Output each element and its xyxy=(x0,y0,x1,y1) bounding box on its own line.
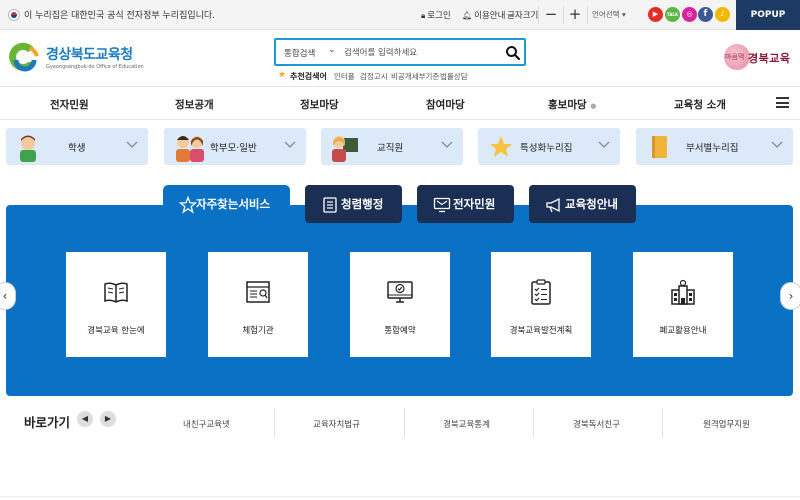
shortcut-link[interactable]: 교육자치법규 xyxy=(313,418,360,430)
shortcut-link[interactable]: 경북교육통계 xyxy=(443,418,490,430)
star-outline-icon xyxy=(179,196,197,214)
search-box: 통합검색 ⌄ xyxy=(274,38,526,66)
quick-tab-special-sites[interactable]: 특성화누리집 xyxy=(478,128,620,165)
divider xyxy=(538,6,539,24)
shortcut-link[interactable]: 원격업무지원 xyxy=(703,418,750,430)
popup-button[interactable]: POPUP xyxy=(736,0,800,30)
language-select[interactable]: 언어선택 ▾ xyxy=(592,9,626,20)
chevron-down-icon[interactable]: ⌄ xyxy=(328,45,336,55)
zoom-in-button[interactable]: + xyxy=(564,3,586,27)
site-logo[interactable]: 경상북도교육청 Gyeongsangbuk-do Office of Educa… xyxy=(6,40,146,80)
service-card-overview[interactable]: 경북교육 한눈에 xyxy=(66,252,166,357)
student-icon xyxy=(20,135,36,162)
tab-civil-service[interactable]: 전자민원 xyxy=(417,185,514,223)
divider xyxy=(533,408,534,438)
chevron-down-icon xyxy=(441,141,453,148)
shortcut-next-icon[interactable]: ▶ xyxy=(100,411,116,427)
quick-tab-student[interactable]: 학생 xyxy=(6,128,148,165)
megaphone-icon xyxy=(546,197,560,213)
nav-item-info[interactable]: 정보마당 xyxy=(300,97,339,112)
login-link[interactable]: 🔒︎ 로그인 xyxy=(421,9,451,21)
newspaper-icon xyxy=(246,281,270,303)
gov-notice[interactable]: 이 누리집은 대한민국 공식 전자정부 누리집입니다. xyxy=(24,8,215,21)
monitor-mail-icon xyxy=(433,197,451,213)
youtube-icon[interactable]: ▶ xyxy=(648,7,663,22)
logo-title: 경상북도교육청 xyxy=(46,47,133,63)
document-list-icon xyxy=(323,197,337,213)
recommend-keyword[interactable]: 검정고시 xyxy=(360,71,388,82)
recommend-label: 추천검색어 xyxy=(290,72,327,81)
dot-icon: ● xyxy=(590,102,597,110)
service-card-experience[interactable]: 체험기관 xyxy=(208,252,308,357)
taegukgi-icon xyxy=(8,9,20,21)
service-card-reservation[interactable]: 통합예약 xyxy=(350,252,450,357)
search-icon[interactable] xyxy=(504,44,522,62)
info-icon: 🔔︎ xyxy=(462,11,473,20)
chevron-down-icon xyxy=(598,141,610,148)
font-size-label: 글자크기 xyxy=(507,11,539,21)
logo-mark-icon xyxy=(9,42,39,72)
caret-down-icon: ▾ xyxy=(622,10,626,19)
brand-text: 경북교육 xyxy=(748,52,791,65)
tab-frequent-services[interactable]: 자주찾는서비스 xyxy=(163,185,290,225)
instagram-icon[interactable]: ◎ xyxy=(682,7,697,22)
service-card-closed-school[interactable]: 폐교활용안내 xyxy=(633,252,733,357)
brand-slogan-logo[interactable]: 마음먹 경북교육 xyxy=(722,44,796,70)
search-input[interactable] xyxy=(344,46,504,60)
recommend-keyword[interactable]: 인터폴 xyxy=(334,71,355,82)
chevron-down-icon xyxy=(126,141,138,148)
carousel-next-arrow-icon[interactable]: › xyxy=(780,282,800,310)
divider xyxy=(404,408,405,438)
talk-icon[interactable]: TALK xyxy=(665,7,680,22)
chevron-down-icon xyxy=(771,141,783,148)
shortcut-prev-icon[interactable]: ◀ xyxy=(77,411,93,427)
guide-link[interactable]: 🔔︎ 이용안내 xyxy=(462,9,505,21)
shortcut-link[interactable]: 경북독서친구 xyxy=(573,418,620,430)
nav-item-civil[interactable]: 전자민원 xyxy=(50,97,89,112)
lock-icon: 🔒︎ xyxy=(421,11,426,20)
logo-subtitle: Gyeongsangbuk-do Office of Education xyxy=(46,64,144,70)
star-icon: ★ xyxy=(278,70,287,80)
tab-integrity[interactable]: 청렴행정 xyxy=(305,185,402,223)
notebook-icon xyxy=(652,136,667,158)
monitor-check-icon xyxy=(387,281,413,303)
divider xyxy=(587,6,588,24)
nav-item-participation[interactable]: 참여마당 xyxy=(426,97,465,112)
quick-tab-staff[interactable]: 교직원 xyxy=(321,128,463,165)
shortcut-link[interactable]: 내친구교육넷 xyxy=(183,418,230,430)
divider xyxy=(274,408,275,438)
divider xyxy=(0,496,800,497)
checklist-icon xyxy=(531,279,551,305)
hamburger-menu-icon[interactable] xyxy=(776,97,789,108)
main-nav: 전자민원 정보공개 정보마당 참여마당 홍보마당 ● 교육청 소개 xyxy=(0,86,800,120)
recommend-keyword[interactable]: 법률상담 xyxy=(440,71,468,82)
parents-icon xyxy=(176,136,204,162)
book-icon xyxy=(104,282,128,303)
quick-tab-parents[interactable]: 학부모·일반 xyxy=(164,128,306,165)
service-card-development-plan[interactable]: 경북교육발전계획 xyxy=(491,252,591,357)
recommend-keyword[interactable]: 비공개세부기준 xyxy=(391,71,439,82)
channel-icon[interactable]: ♪ xyxy=(715,7,730,22)
chevron-down-icon xyxy=(284,141,296,148)
divider xyxy=(662,408,663,438)
star-icon xyxy=(490,136,512,157)
quick-tab-department-sites[interactable]: 부서별누리집 xyxy=(636,128,793,165)
zoom-out-button[interactable]: − xyxy=(540,3,562,27)
teacher-icon xyxy=(332,136,358,162)
facebook-icon[interactable]: f xyxy=(698,7,713,22)
nav-item-about[interactable]: 교육청 소개 xyxy=(674,97,726,112)
nav-item-disclosure[interactable]: 정보공개 xyxy=(175,97,214,112)
gov-top-bar: 이 누리집은 대한민국 공식 전자정부 누리집입니다. 🔒︎ 로그인 🔔︎ 이용안내… xyxy=(0,0,800,30)
nav-item-pr[interactable]: 홍보마당 ● xyxy=(548,97,596,112)
tab-office-guide[interactable]: 교육청안내 xyxy=(529,185,636,223)
carousel-prev-arrow-icon[interactable]: ‹ xyxy=(0,282,16,310)
school-building-icon xyxy=(671,279,695,305)
shortcuts-title: 바로가기 xyxy=(24,415,71,430)
search-category-select[interactable]: 통합검색 xyxy=(284,47,315,59)
